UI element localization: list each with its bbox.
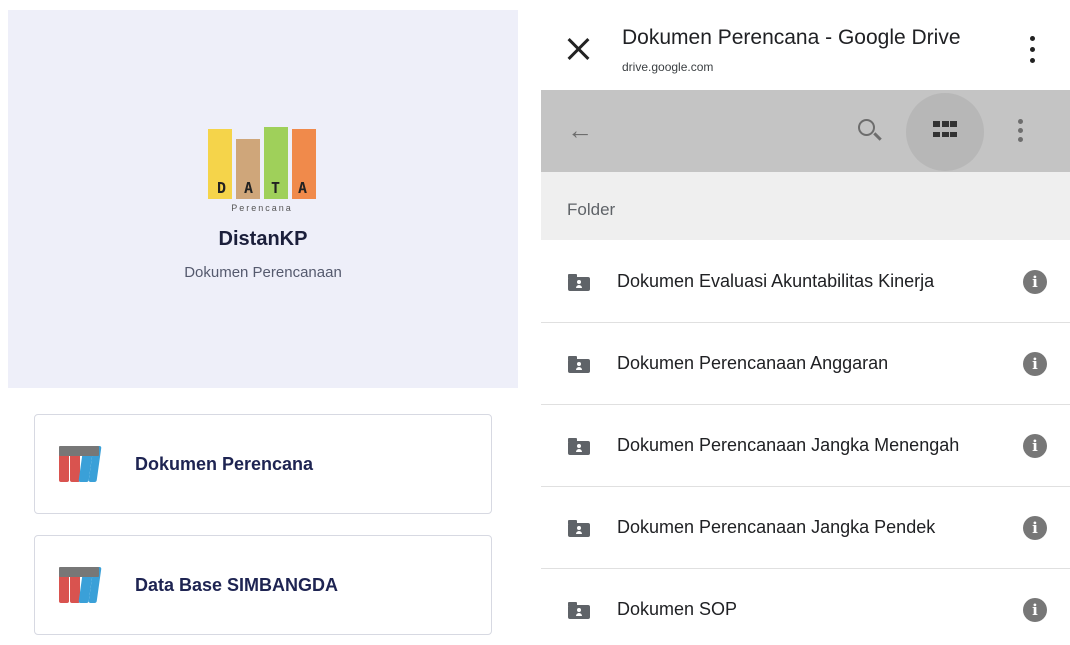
folder-row[interactable]: Dokumen Perencanaan Jangka Menengah i: [541, 405, 1070, 487]
binders-icon: [59, 567, 103, 603]
drive-toolbar: [541, 90, 1070, 172]
page-url: drive.google.com: [622, 60, 714, 74]
shared-folder-icon: [568, 356, 590, 373]
app-subtitle: Dokumen Perencanaan: [184, 264, 342, 281]
folder-name: Dokumen Perencanaan Jangka Pendek: [617, 517, 936, 537]
logo-subtitle: Perencana: [231, 203, 293, 213]
folder-name: Dokumen Perencanaan Anggaran: [617, 353, 889, 373]
menu-card-dokumen-perencana[interactable]: Dokumen Perencana: [34, 414, 492, 514]
shared-folder-icon: [568, 520, 590, 537]
folder-name: Dokumen Evaluasi Akuntabilitas Kinerja: [617, 271, 935, 291]
shared-folder-icon: [568, 602, 590, 619]
logo-letter: A: [297, 179, 308, 197]
grid-view-icon: [933, 121, 957, 141]
toolbar-more-icon[interactable]: [1017, 117, 1025, 145]
menu-card-label: Dokumen Perencana: [135, 453, 314, 474]
folder-name: Dokumen SOP: [617, 599, 738, 619]
folder-row[interactable]: Dokumen Perencanaan Anggaran i: [541, 323, 1070, 405]
app-header-panel: D A T A Perencana DistanKP Dokumen Peren…: [8, 10, 518, 388]
info-icon[interactable]: i: [1023, 352, 1047, 376]
close-icon[interactable]: [565, 36, 591, 62]
folder-row[interactable]: Dokumen Perencanaan Jangka Pendek i: [541, 487, 1070, 569]
data-perencana-logo: D A T A Perencana: [208, 123, 318, 213]
folder-row[interactable]: Dokumen Evaluasi Akuntabilitas Kinerja i: [541, 241, 1070, 323]
more-options-icon[interactable]: [1028, 36, 1036, 64]
app-title: DistanKP: [218, 228, 308, 250]
info-icon[interactable]: i: [1023, 434, 1047, 458]
page-title: Dokumen Perencana - Google Drive: [622, 26, 961, 49]
shared-folder-icon: [568, 274, 590, 291]
menu-card-data-base-simbangda[interactable]: Data Base SIMBANGDA: [34, 535, 492, 635]
shared-folder-icon: [568, 438, 590, 455]
info-icon[interactable]: i: [1023, 516, 1047, 540]
menu-card-label: Data Base SIMBANGDA: [135, 574, 339, 595]
section-header: [541, 172, 1070, 240]
logo-letter: D: [216, 179, 227, 197]
info-icon[interactable]: i: [1023, 270, 1047, 294]
section-label: Folder: [567, 200, 616, 219]
folder-name: Dokumen Perencanaan Jangka Menengah: [617, 435, 960, 455]
binders-icon: [59, 446, 103, 482]
logo-letter: T: [270, 179, 281, 197]
logo-letter: A: [243, 179, 254, 197]
search-icon[interactable]: [855, 116, 883, 144]
folder-row[interactable]: Dokumen SOP i: [541, 569, 1070, 645]
info-icon[interactable]: i: [1023, 598, 1047, 622]
back-arrow-icon[interactable]: ←: [567, 117, 593, 143]
